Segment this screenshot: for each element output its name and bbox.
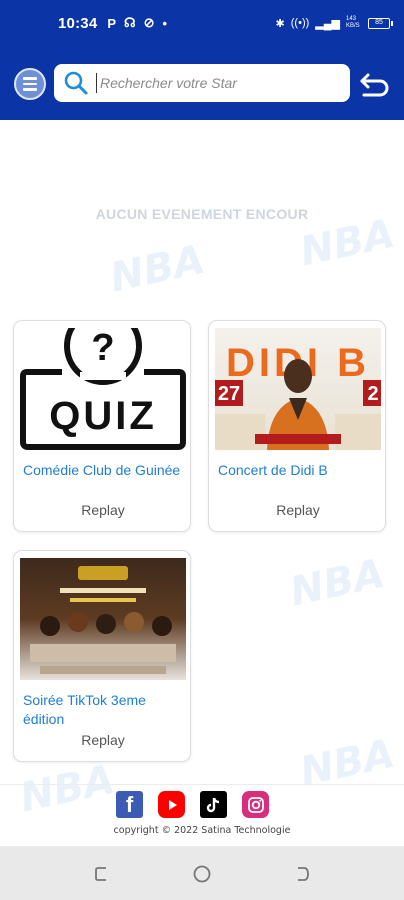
replay-button[interactable]: Replay <box>209 502 385 518</box>
facebook-icon[interactable]: f <box>116 791 143 818</box>
status-bar: 10:34 P ☊ ⊘ • ✱ ((•)) ▂▄▆ 143 KB/S 85 <box>0 0 404 46</box>
messenger-icon: ⊘ <box>143 15 155 30</box>
event-title: Soirée TikTok 3eme édition <box>23 692 146 727</box>
quiz-icon: ? QUIZ <box>20 328 186 450</box>
youtube-icon[interactable] <box>158 791 185 818</box>
event-thumbnail-quiz: ? QUIZ <box>20 328 186 450</box>
event-card[interactable]: Soirée TikTok 3eme édition Replay <box>13 550 191 762</box>
replay-button[interactable]: Replay <box>14 502 190 518</box>
concert-poster: DIDI B 27 2 <box>215 328 381 450</box>
signal-icon: ▂▄▆ <box>315 17 340 30</box>
event-card[interactable]: DIDI B 27 2 Concert de Didi B Replay <box>208 320 386 532</box>
search-input[interactable] <box>96 73 326 93</box>
svg-text:2: 2 <box>367 383 378 405</box>
data-speed-icon: 143 KB/S <box>346 16 360 29</box>
event-title: Comédie Club de Guinée <box>23 462 181 478</box>
event-title: Concert de Didi B <box>218 462 328 478</box>
app-notification-icon: ☊ <box>124 15 136 30</box>
search-icon <box>64 71 88 95</box>
copyright-text: copyright © 2022 Satina Technologie <box>113 825 291 836</box>
hamburger-icon <box>23 77 37 80</box>
background-watermark: NBA <box>286 550 389 616</box>
battery-icon: 85 <box>368 17 393 29</box>
svg-text:27: 27 <box>218 383 240 405</box>
back-arrow-icon[interactable] <box>358 70 392 98</box>
parking-app-icon: P <box>107 15 117 31</box>
bluetooth-icon: ✱ <box>275 17 285 30</box>
menu-button[interactable] <box>14 68 46 100</box>
app-header <box>0 46 404 120</box>
tiktok-party-poster <box>20 558 186 680</box>
social-links: f <box>116 791 269 818</box>
system-navigation-bar <box>0 846 404 900</box>
event-list: NBA NBA NBA NBA NBA AUCUN EVENEMENT ENCO… <box>0 120 404 821</box>
instagram-icon[interactable] <box>242 791 269 818</box>
background-watermark: NBA <box>106 236 209 302</box>
no-event-message: AUCUN EVENEMENT ENCOUR <box>95 206 309 222</box>
svg-text:QUIZ: QUIZ <box>49 394 157 438</box>
event-card[interactable]: ? QUIZ Comédie Club de Guinée Replay <box>13 320 191 532</box>
vibrate-icon: ((•)) <box>290 17 310 29</box>
home-icon[interactable] <box>192 864 212 884</box>
event-thumbnail-concert: DIDI B 27 2 <box>215 328 381 450</box>
footer: f copyright © 2022 Satina Technologie <box>0 784 404 846</box>
status-left-icons: P ☊ ⊘ • <box>107 15 167 31</box>
back-nav-icon[interactable] <box>292 864 312 884</box>
tiktok-icon[interactable] <box>200 791 227 818</box>
search-box[interactable] <box>54 64 350 102</box>
more-notifications-icon: • <box>162 15 168 31</box>
event-thumbnail-tiktok <box>20 558 186 680</box>
status-right-icons: ✱ ((•)) ▂▄▆ 143 KB/S 85 <box>275 16 393 30</box>
replay-button[interactable]: Replay <box>14 732 190 748</box>
status-time: 10:34 <box>58 14 98 32</box>
svg-text:?: ? <box>91 328 114 369</box>
recent-apps-icon[interactable] <box>92 864 112 884</box>
